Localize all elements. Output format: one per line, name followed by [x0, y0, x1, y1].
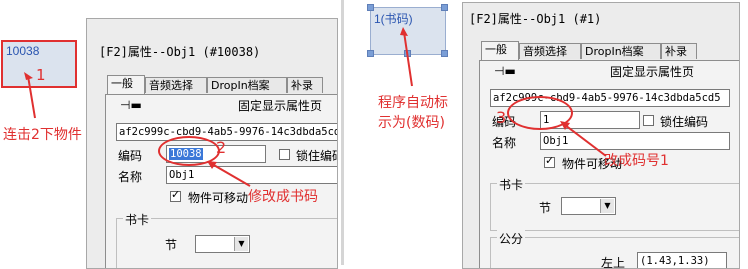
annotation-arrow-3: [560, 121, 607, 157]
step-3-text: 改成码号1: [604, 153, 669, 169]
